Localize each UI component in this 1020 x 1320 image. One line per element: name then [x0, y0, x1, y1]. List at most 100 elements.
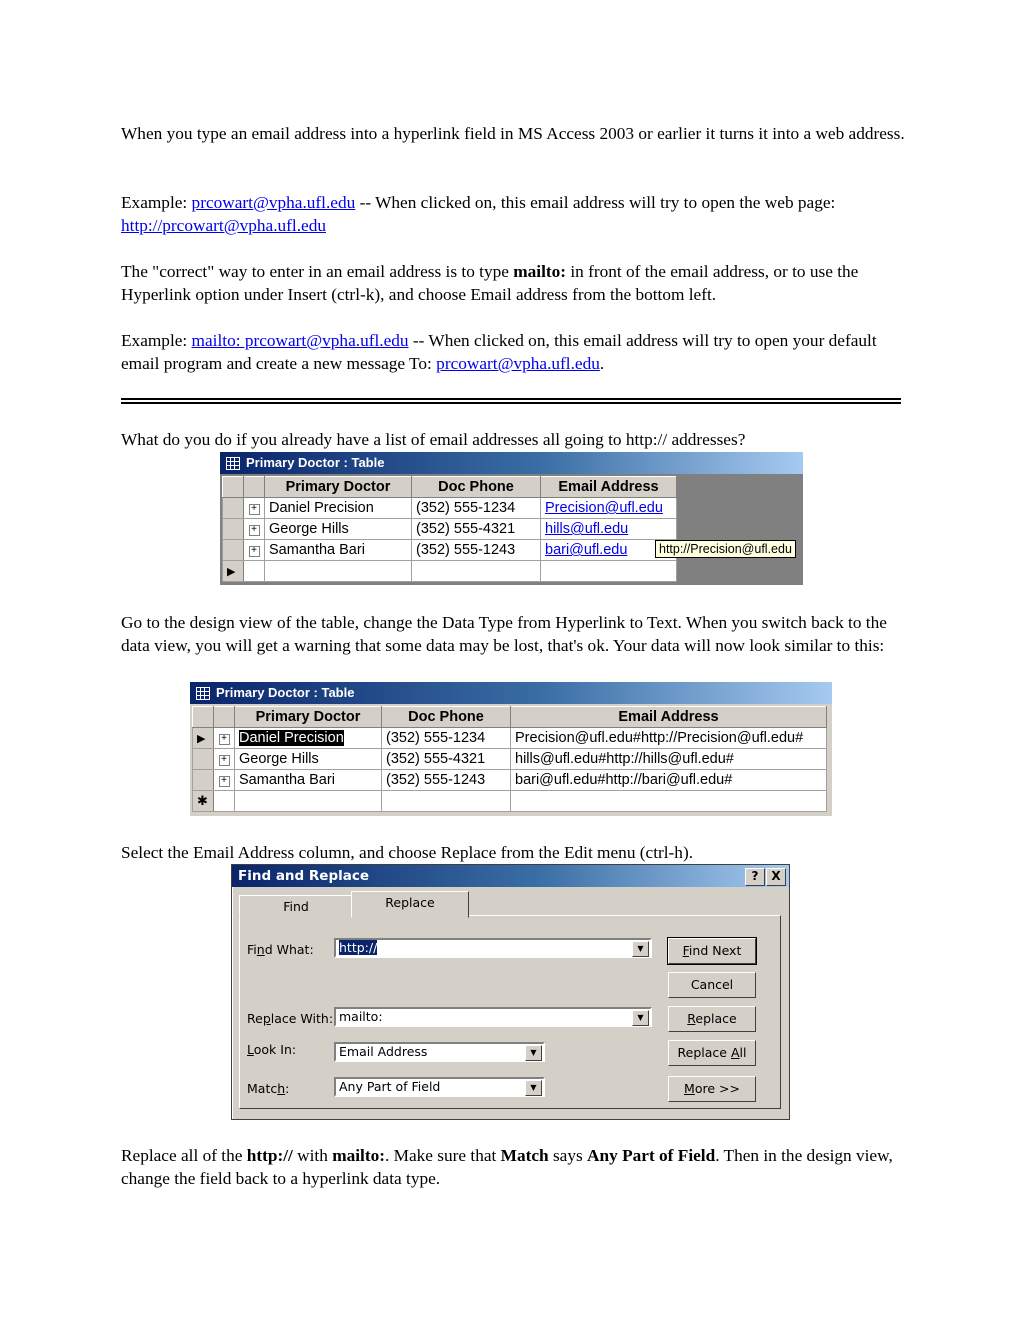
row-selector[interactable]	[222, 539, 244, 561]
divider-top	[121, 398, 901, 400]
email-cell[interactable]: bari@ufl.edu#http://bari@ufl.edu#	[510, 769, 827, 791]
email-cell[interactable]: hills@ufl.edu	[540, 518, 677, 540]
current-record-indicator[interactable]: ▶	[192, 727, 214, 749]
phone-cell[interactable]: (352) 555-1234	[381, 727, 511, 749]
phone-cell[interactable]: (352) 555-4321	[411, 518, 541, 540]
phone-cell[interactable]: (352) 555-4321	[381, 748, 511, 770]
plus-icon[interactable]: +	[218, 775, 230, 787]
email-cell[interactable]: hills@ufl.edu#http://hills@ufl.edu#	[510, 748, 827, 770]
expand-cell[interactable]: +	[243, 539, 265, 561]
more-button[interactable]: More >>	[668, 1076, 756, 1102]
match-select[interactable]: Any Part of Field ▼	[334, 1077, 545, 1097]
replace-button[interactable]: Replace	[668, 1006, 756, 1032]
email-cell[interactable]: Precision@ufl.edu#http://Precision@ufl.e…	[510, 727, 827, 749]
mailto-bold: mailto:	[513, 262, 567, 281]
new-record-icon[interactable]: ✱	[192, 790, 214, 812]
column-header-phone[interactable]: Doc Phone	[411, 476, 541, 498]
current-record-indicator[interactable]: ▶	[222, 560, 244, 582]
expand-cell[interactable]: +	[213, 727, 235, 749]
table-row: + Samantha Bari (352) 555-1243 bari@ufl.…	[192, 769, 827, 791]
find-next-button[interactable]: Find Next	[667, 937, 757, 965]
column-header-doctor[interactable]: Primary Doctor	[264, 476, 412, 498]
email-link[interactable]: prcowart@vpha.ufl.edu	[436, 354, 600, 373]
web-link[interactable]: http://prcowart@vpha.ufl.edu	[121, 216, 326, 235]
expand-cell[interactable]: +	[243, 497, 265, 519]
find-what-input[interactable]: http:// ▼	[334, 938, 652, 958]
dropdown-arrow-icon[interactable]: ▼	[632, 1010, 649, 1026]
example-label: Example:	[121, 193, 192, 212]
expand-cell	[243, 560, 265, 582]
row-selector[interactable]	[192, 769, 214, 791]
replace-all-button[interactable]: Replace All	[668, 1040, 756, 1066]
text: says	[548, 1146, 588, 1165]
phone-cell[interactable]	[411, 560, 541, 582]
email-link[interactable]: hills@ufl.edu	[545, 521, 628, 537]
mailto-link[interactable]: mailto: prcowart@vpha.ufl.edu	[192, 331, 409, 350]
dropdown-arrow-icon[interactable]: ▼	[632, 941, 649, 957]
row-selector[interactable]	[222, 497, 244, 519]
email-link[interactable]: Precision@ufl.edu	[545, 500, 663, 516]
replace-with-input[interactable]: mailto: ▼	[334, 1007, 652, 1027]
close-button[interactable]: X	[766, 868, 786, 886]
column-header-phone[interactable]: Doc Phone	[381, 706, 511, 728]
table-row: ▶ + Daniel Precision (352) 555-1234 Prec…	[192, 727, 827, 749]
phone-cell[interactable]	[381, 790, 511, 812]
email-link[interactable]: bari@ufl.edu	[545, 542, 627, 558]
phone-cell[interactable]: (352) 555-1243	[411, 539, 541, 561]
expand-cell[interactable]: +	[213, 748, 235, 770]
email-cell[interactable]	[540, 560, 677, 582]
help-button[interactable]: ?	[745, 868, 765, 886]
selected-text[interactable]: Daniel Precision	[239, 730, 344, 746]
plus-icon[interactable]: +	[218, 754, 230, 766]
bold-text: http://	[246, 1146, 293, 1165]
doctor-cell[interactable]: Samantha Bari	[264, 539, 412, 561]
period: .	[599, 354, 605, 373]
plus-icon[interactable]: +	[218, 733, 230, 745]
label-text: :	[285, 1081, 290, 1096]
email-cell[interactable]	[510, 790, 827, 812]
doctor-cell[interactable]	[234, 790, 382, 812]
cancel-button[interactable]: Cancel	[668, 972, 756, 998]
corner-cell[interactable]	[192, 706, 214, 728]
dropdown-arrow-icon[interactable]: ▼	[525, 1045, 542, 1061]
find-what-label: Find What:	[247, 942, 314, 957]
doctor-cell[interactable]: George Hills	[264, 518, 412, 540]
column-header-doctor[interactable]: Primary Doctor	[234, 706, 382, 728]
plus-icon[interactable]: +	[248, 503, 260, 515]
step2-paragraph: Go to the design view of the table, chan…	[121, 613, 887, 655]
doctor-cell[interactable]	[264, 560, 412, 582]
doctor-cell[interactable]: George Hills	[234, 748, 382, 770]
row-selector[interactable]	[192, 748, 214, 770]
window-title: Primary Doctor : Table	[216, 685, 355, 700]
expand-cell[interactable]: +	[213, 769, 235, 791]
row-selector[interactable]	[222, 518, 244, 540]
doctor-cell[interactable]: Daniel Precision	[264, 497, 412, 519]
doctor-cell[interactable]: Daniel Precision	[234, 727, 382, 749]
column-header-email[interactable]: Email Address	[510, 706, 827, 728]
look-in-value: Email Address	[339, 1044, 428, 1059]
tab-find[interactable]: Find	[239, 895, 353, 917]
tab-replace[interactable]: Replace	[351, 891, 469, 918]
look-in-select[interactable]: Email Address ▼	[334, 1042, 545, 1062]
corner-cell[interactable]	[222, 476, 244, 498]
find-what-value[interactable]: http://	[339, 940, 378, 955]
email-link[interactable]: prcowart@vpha.ufl.edu	[192, 193, 356, 212]
email-cell[interactable]: Precision@ufl.edu	[540, 497, 677, 519]
replace-with-value[interactable]: mailto:	[339, 1009, 383, 1024]
doctor-cell[interactable]: Samantha Bari	[234, 769, 382, 791]
look-in-label: Look In:	[247, 1042, 296, 1057]
plus-icon[interactable]: +	[248, 545, 260, 557]
intro-paragraph: When you type an email address into a hy…	[121, 124, 905, 143]
phone-cell[interactable]: (352) 555-1234	[411, 497, 541, 519]
expand-cell[interactable]: +	[243, 518, 265, 540]
text: Replace all of the	[121, 1146, 247, 1165]
phone-cell[interactable]: (352) 555-1243	[381, 769, 511, 791]
dropdown-arrow-icon[interactable]: ▼	[525, 1080, 542, 1096]
header-row: Primary Doctor Doc Phone Email Address	[192, 706, 827, 728]
plus-icon[interactable]: +	[248, 524, 260, 536]
replace-tab-panel: Find What: http:// ▼ Replace With: mailto…	[239, 915, 781, 1109]
text: . Make sure that	[384, 1146, 501, 1165]
match-label: Match:	[247, 1081, 289, 1096]
column-header-email[interactable]: Email Address	[540, 476, 677, 498]
dialog-title: Find and Replace	[238, 868, 370, 884]
